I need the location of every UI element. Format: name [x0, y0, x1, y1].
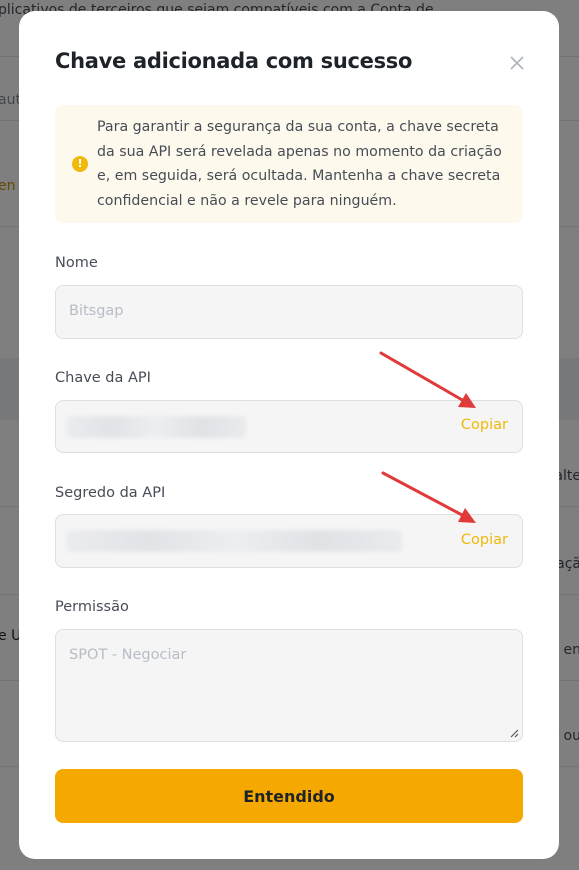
api-secret-value-redacted: [66, 530, 402, 552]
api-key-label: Chave da API: [55, 370, 151, 386]
api-secret-label: Segredo da API: [55, 485, 166, 501]
close-icon[interactable]: [505, 51, 529, 75]
api-key-field[interactable]: Copiar: [55, 400, 523, 453]
copy-api-key-button[interactable]: Copiar: [461, 417, 508, 433]
confirm-button[interactable]: Entendido: [55, 769, 523, 823]
copy-api-secret-button[interactable]: Copiar: [461, 532, 508, 548]
name-value: Bitsgap: [69, 303, 124, 319]
info-icon: !: [72, 156, 88, 172]
permission-label: Permissão: [55, 599, 129, 615]
dialog-title: Chave adicionada com sucesso: [55, 49, 413, 73]
api-key-value-redacted: [66, 416, 246, 438]
name-field[interactable]: Bitsgap: [55, 285, 523, 339]
api-secret-field[interactable]: Copiar: [55, 514, 523, 568]
security-notice-text: Para garantir a segurança da sua conta, …: [97, 119, 502, 209]
security-notice: ! Para garantir a segurança da sua conta…: [55, 105, 523, 223]
permission-value: SPOT - Negociar: [69, 647, 187, 663]
resize-handle-icon[interactable]: [509, 728, 519, 738]
permission-field[interactable]: SPOT - Negociar: [55, 629, 523, 742]
success-dialog: Chave adicionada com sucesso ! Para gara…: [19, 11, 559, 859]
name-label: Nome: [55, 255, 98, 271]
